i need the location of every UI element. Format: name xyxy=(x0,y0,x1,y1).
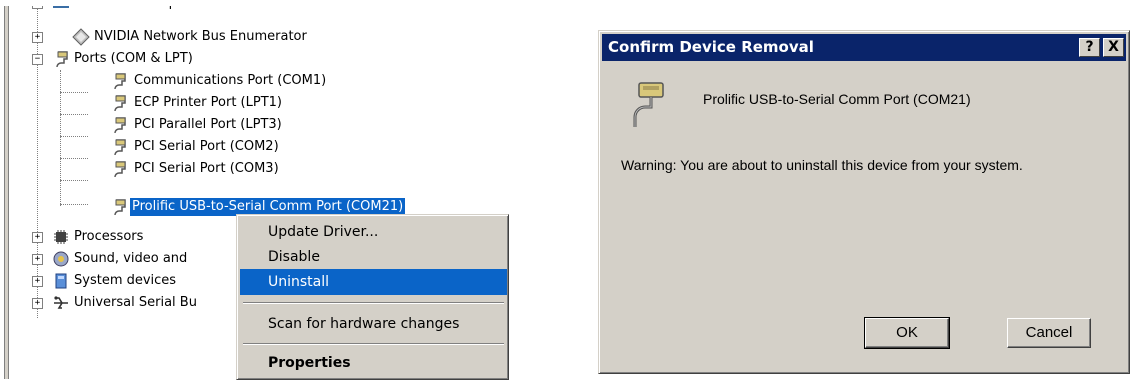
dialog-titlebar[interactable]: Confirm Device Removal ? X xyxy=(602,34,1126,61)
tree-item-label: NVIDIA Network Bus Enumerator xyxy=(94,29,307,44)
tree-item-com3[interactable]: PCI Serial Port (COM3) xyxy=(0,158,590,180)
collapse-toggle[interactable]: − xyxy=(32,54,43,65)
menu-item-disable[interactable]: Disable xyxy=(240,244,507,270)
port-icon xyxy=(114,199,126,216)
sound-icon xyxy=(53,251,69,267)
tree-item-com2[interactable]: PCI Serial Port (COM2) xyxy=(0,136,590,158)
menu-item-update-driver[interactable]: Update Driver... xyxy=(240,219,507,245)
menu-item-scan-hardware[interactable]: Scan for hardware changes xyxy=(240,311,507,337)
tree-item-label: Sound, video and xyxy=(74,251,188,266)
tree-item-label: PCI Serial Port (COM3) xyxy=(134,161,279,176)
expand-toggle[interactable]: + xyxy=(32,298,43,309)
system-devices-icon xyxy=(55,273,67,289)
port-icon xyxy=(56,51,68,68)
usb-icon xyxy=(54,296,68,309)
tree-item-lpt3[interactable]: PCI Parallel Port (LPT3) xyxy=(0,114,590,136)
menu-separator xyxy=(243,343,504,345)
port-icon xyxy=(114,95,126,112)
context-menu: Update Driver... Disable Uninstall Scan … xyxy=(236,214,509,380)
tree-item-com1[interactable]: Communications Port (COM1) xyxy=(0,70,590,92)
confirm-device-removal-dialog: Confirm Device Removal ? X Prolific USB-… xyxy=(598,30,1130,374)
menu-item-properties[interactable]: Properties xyxy=(240,350,507,376)
tree-connector xyxy=(60,180,88,181)
expand-toggle[interactable]: + xyxy=(32,276,43,287)
bus-enumerator-icon xyxy=(72,28,90,46)
tree-item-ports[interactable]: − Ports (COM & LPT) xyxy=(0,48,590,70)
scroll-clip xyxy=(0,0,590,6)
menu-item-uninstall[interactable]: Uninstall xyxy=(240,269,507,295)
expand-toggle[interactable]: + xyxy=(32,32,43,43)
port-icon xyxy=(114,161,126,178)
cancel-button[interactable]: Cancel xyxy=(1007,318,1091,348)
processor-icon xyxy=(54,230,68,244)
device-name: Prolific USB-to-Serial Comm Port (COM21) xyxy=(703,91,971,107)
serial-port-icon xyxy=(633,82,664,127)
tree-item-label: Ports (COM & LPT) xyxy=(74,51,193,66)
tree-item-label: Communications Port (COM1) xyxy=(134,73,327,88)
tree-item-label: Processors xyxy=(74,229,144,244)
dialog-title: Confirm Device Removal xyxy=(608,38,814,56)
tree-item-label: Universal Serial Bu xyxy=(74,295,197,310)
tree-item-label: PCI Parallel Port (LPT3) xyxy=(134,117,282,132)
port-icon xyxy=(114,117,126,134)
warning-text: Warning: You are about to uninstall this… xyxy=(621,157,1023,173)
port-icon xyxy=(114,139,126,156)
tree-item-nvidia-bus[interactable]: + NVIDIA Network Bus Enumerator xyxy=(0,26,590,48)
tree-item-lpt1[interactable]: ECP Printer Port (LPT1) xyxy=(0,92,590,114)
menu-separator xyxy=(243,302,504,304)
port-icon xyxy=(114,73,126,90)
expand-toggle[interactable]: + xyxy=(32,232,43,243)
tree-item-label: ECP Printer Port (LPT1) xyxy=(134,95,282,110)
tree-item-label: System devices xyxy=(74,273,177,288)
expand-toggle[interactable]: + xyxy=(32,254,43,265)
ok-button[interactable]: OK xyxy=(864,317,950,349)
close-button[interactable]: X xyxy=(1103,38,1124,57)
tree-item-label: PCI Serial Port (COM2) xyxy=(134,139,279,154)
help-button[interactable]: ? xyxy=(1079,38,1100,57)
